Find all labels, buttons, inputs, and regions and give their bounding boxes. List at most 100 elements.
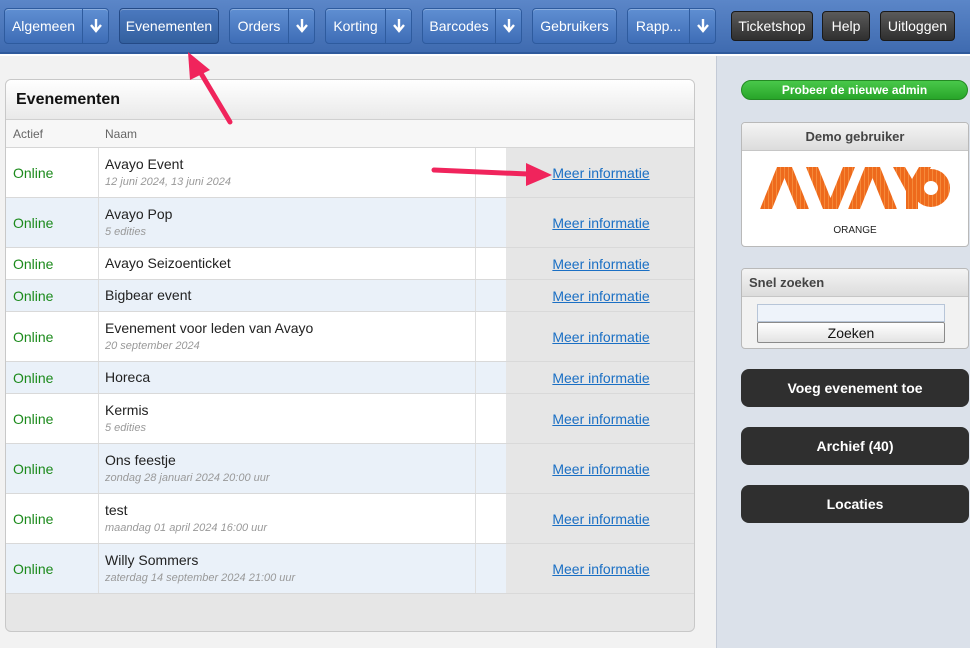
top-nav-bar: Algemeen Evenementen Orders Korting Barc… — [0, 0, 970, 54]
ticketshop-button[interactable]: Ticketshop — [731, 11, 813, 41]
down-arrow-icon[interactable] — [495, 9, 521, 43]
event-name: test — [105, 502, 128, 518]
nav-orders[interactable]: Orders — [229, 8, 315, 44]
event-name: Ons feestje — [105, 452, 176, 468]
spacer-cell — [476, 494, 506, 543]
event-name-cell: Kermis 5 edities — [99, 394, 476, 443]
search-button[interactable]: Zoeken — [757, 322, 945, 343]
event-name: Evenement voor leden van Avayo — [105, 320, 314, 336]
nav-rapportages[interactable]: Rapp... — [627, 8, 716, 44]
panel-title: Evenementen — [6, 80, 694, 120]
try-new-admin-button[interactable]: Probeer de nieuwe admin — [741, 80, 968, 100]
more-info-cell: Meer informatie — [506, 444, 694, 493]
event-name-cell: Avayo Pop 5 edities — [99, 198, 476, 247]
nav-label: Gebruikers — [540, 18, 609, 34]
status-online: Online — [6, 148, 99, 197]
more-info-cell: Meer informatie — [506, 198, 694, 247]
event-subtitle: 20 september 2024 — [105, 340, 200, 352]
nav-barcodes[interactable]: Barcodes — [422, 8, 522, 44]
col-header-naam: Naam — [105, 127, 138, 141]
demo-user-box: Demo gebruiker ORANGE — [741, 122, 969, 247]
nav-label: Rapp... — [635, 18, 682, 34]
col-header-actief: Actief — [13, 127, 44, 141]
events-panel: Evenementen Actief Naam Online Avayo Eve… — [5, 79, 695, 632]
more-info-link[interactable]: Meer informatie — [552, 329, 649, 345]
more-info-link[interactable]: Meer informatie — [552, 561, 649, 577]
nav-label: Algemeen — [11, 18, 76, 34]
event-subtitle: zaterdag 14 september 2024 21:00 uur — [105, 572, 296, 584]
event-name-cell: test maandag 01 april 2024 16:00 uur — [99, 494, 476, 543]
event-name: Avayo Event — [105, 156, 184, 172]
more-info-link[interactable]: Meer informatie — [552, 411, 649, 427]
more-info-cell: Meer informatie — [506, 494, 694, 543]
event-name-cell: Willy Sommers zaterdag 14 september 2024… — [99, 544, 476, 593]
event-name-cell: Ons feestje zondag 28 januari 2024 20:00… — [99, 444, 476, 493]
nav-korting[interactable]: Korting — [325, 8, 412, 44]
status-online: Online — [6, 544, 99, 593]
spacer-cell — [476, 148, 506, 197]
more-info-cell: Meer informatie — [506, 248, 694, 279]
table-row: Online Avayo Pop 5 edities Meer informat… — [6, 198, 694, 248]
more-info-link[interactable]: Meer informatie — [552, 288, 649, 304]
more-info-cell: Meer informatie — [506, 148, 694, 197]
nav-gebruikers[interactable]: Gebruikers — [532, 8, 617, 44]
down-arrow-icon[interactable] — [288, 9, 314, 43]
more-info-link[interactable]: Meer informatie — [552, 370, 649, 386]
archive-button[interactable]: Archief (40) — [741, 427, 969, 465]
spacer-cell — [476, 198, 506, 247]
status-online: Online — [6, 362, 99, 393]
down-arrow-icon[interactable] — [689, 9, 715, 43]
logout-button[interactable]: Uitloggen — [880, 11, 955, 41]
more-info-link[interactable]: Meer informatie — [552, 215, 649, 231]
nav-algemeen[interactable]: Algemeen — [4, 8, 109, 44]
help-button[interactable]: Help — [822, 11, 870, 41]
more-info-link[interactable]: Meer informatie — [552, 511, 649, 527]
event-subtitle: 5 edities — [105, 226, 146, 238]
table-header: Actief Naam — [6, 120, 694, 148]
event-name-cell: Avayo Event 12 juni 2024, 13 juni 2024 — [99, 148, 476, 197]
event-name: Kermis — [105, 402, 149, 418]
event-name-cell: Bigbear event — [99, 280, 476, 311]
nav-label: Barcodes — [429, 18, 489, 34]
more-info-link[interactable]: Meer informatie — [552, 165, 649, 181]
event-subtitle: maandag 01 april 2024 16:00 uur — [105, 522, 268, 534]
spacer-cell — [476, 248, 506, 279]
status-online: Online — [6, 444, 99, 493]
add-event-button[interactable]: Voeg evenement toe — [741, 369, 969, 407]
main-content: Evenementen Actief Naam Online Avayo Eve… — [0, 56, 716, 648]
more-info-cell: Meer informatie — [506, 362, 694, 393]
table-row: Online Evenement voor leden van Avayo 20… — [6, 312, 694, 362]
more-info-cell: Meer informatie — [506, 280, 694, 311]
event-name-cell: Horeca — [99, 362, 476, 393]
down-arrow-icon[interactable] — [385, 9, 411, 43]
nav-label: Korting — [333, 18, 378, 34]
table-row: Online Horeca Meer informatie — [6, 362, 694, 394]
status-online: Online — [6, 198, 99, 247]
down-arrow-icon[interactable] — [82, 9, 108, 43]
nav-label: Orders — [237, 18, 281, 34]
more-info-cell: Meer informatie — [506, 312, 694, 361]
status-online: Online — [6, 280, 99, 311]
spacer-cell — [476, 544, 506, 593]
quick-search-input[interactable] — [757, 304, 945, 322]
spacer-cell — [476, 312, 506, 361]
nav-evenementen[interactable]: Evenementen — [119, 8, 219, 44]
event-name: Horeca — [105, 369, 151, 385]
event-subtitle: zondag 28 januari 2024 20:00 uur — [105, 472, 270, 484]
status-online: Online — [6, 312, 99, 361]
table-row: Online Willy Sommers zaterdag 14 septemb… — [6, 544, 694, 594]
spacer-cell — [476, 394, 506, 443]
table-row: Online Bigbear event Meer informatie — [6, 280, 694, 312]
event-subtitle: 5 edities — [105, 422, 146, 434]
spacer-cell — [476, 444, 506, 493]
table-row: Online Avayo Seizoenticket Meer informat… — [6, 248, 694, 280]
locations-button[interactable]: Locaties — [741, 485, 969, 523]
more-info-link[interactable]: Meer informatie — [552, 256, 649, 272]
demo-user-title: Demo gebruiker — [742, 123, 968, 151]
logo-caption: ORANGE — [833, 225, 877, 236]
status-online: Online — [6, 394, 99, 443]
table-row: Online Ons feestje zondag 28 januari 202… — [6, 444, 694, 494]
table-row: Online test maandag 01 april 2024 16:00 … — [6, 494, 694, 544]
more-info-cell: Meer informatie — [506, 544, 694, 593]
more-info-link[interactable]: Meer informatie — [552, 461, 649, 477]
